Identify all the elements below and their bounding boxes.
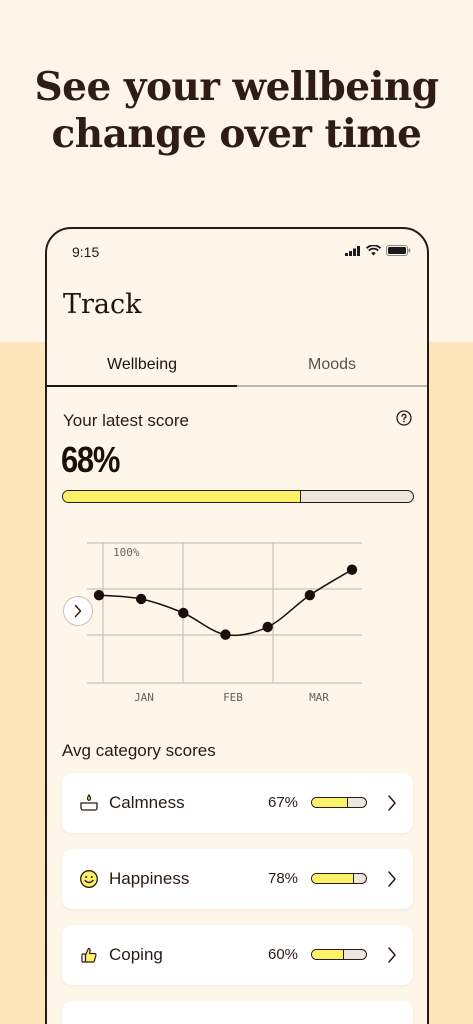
chart-points bbox=[93, 564, 358, 640]
category-name: Coping bbox=[109, 945, 163, 964]
avg-category-label: Avg category scores bbox=[62, 741, 216, 760]
phone-frame: 9:15 Track Wellbeing Moods Your latest s… bbox=[45, 227, 429, 1024]
chart-point-6 bbox=[346, 564, 358, 575]
headline-line-1: See your wellbeing bbox=[34, 64, 439, 110]
x-tick-label-jan: JAN bbox=[134, 691, 154, 704]
chart-point-1 bbox=[135, 593, 147, 605]
chart-y-label: 100% bbox=[113, 546, 140, 559]
latest-score-bar-fill bbox=[63, 491, 301, 502]
category-card-partial[interactable] bbox=[62, 1001, 413, 1024]
tab-bar: Wellbeing Moods bbox=[47, 345, 427, 389]
status-time: 9:15 bbox=[72, 244, 100, 260]
status-bar: 9:15 bbox=[47, 229, 427, 275]
smiley-icon bbox=[80, 870, 98, 888]
chevron-right-icon bbox=[388, 795, 396, 811]
category-card-calmness[interactable]: Calmness 67% bbox=[62, 773, 413, 833]
chart-point-0 bbox=[93, 589, 105, 601]
chart-point-3 bbox=[220, 629, 231, 640]
question-circle-icon[interactable] bbox=[396, 410, 412, 426]
chevron-right-icon[interactable] bbox=[63, 596, 93, 626]
chevron-right-icon bbox=[388, 947, 396, 963]
x-tick-label-feb: FEB bbox=[223, 691, 243, 704]
category-name: Calmness bbox=[109, 793, 185, 812]
chart-x-ticks: JAN FEB MAR bbox=[134, 691, 329, 704]
category-percent: 60% bbox=[268, 946, 299, 963]
tab-indicator-inactive bbox=[237, 385, 427, 387]
chevron-right-icon bbox=[388, 871, 396, 887]
chart-point-2 bbox=[178, 607, 189, 619]
category-bar bbox=[311, 949, 367, 960]
chart-line bbox=[98, 569, 353, 637]
thumbs-up-icon bbox=[81, 947, 97, 963]
status-icons bbox=[345, 245, 411, 256]
category-card-coping[interactable]: Coping 60% bbox=[62, 925, 413, 985]
category-bar-fill bbox=[312, 950, 345, 959]
chart-grid bbox=[87, 542, 362, 684]
tab-wellbeing[interactable]: Wellbeing bbox=[47, 345, 237, 387]
signal-icon bbox=[345, 245, 360, 256]
wellbeing-chart: 100% JAN FEB MAR bbox=[63, 542, 362, 704]
latest-score-bar bbox=[62, 490, 414, 503]
x-tick-label-mar: MAR bbox=[309, 691, 329, 704]
category-bar bbox=[311, 873, 367, 884]
category-bar-fill bbox=[312, 874, 355, 883]
tab-indicator-active bbox=[47, 385, 237, 387]
category-bar-fill bbox=[312, 798, 349, 807]
category-bar bbox=[311, 797, 367, 808]
wifi-icon bbox=[366, 245, 381, 256]
tab-moods[interactable]: Moods bbox=[237, 345, 427, 387]
chart-point-4 bbox=[262, 621, 273, 633]
latest-score-label: Your latest score bbox=[63, 411, 189, 430]
latest-score-value: 68% bbox=[61, 439, 120, 480]
category-percent: 78% bbox=[268, 870, 299, 887]
screen-title: Track bbox=[63, 289, 142, 320]
headline: See your wellbeing change over time bbox=[0, 64, 473, 158]
category-card-happiness[interactable]: Happiness 78% bbox=[62, 849, 413, 909]
headline-line-2: change over time bbox=[51, 111, 422, 157]
category-percent: 67% bbox=[268, 794, 299, 811]
category-name: Happiness bbox=[109, 869, 190, 888]
battery-icon bbox=[386, 245, 411, 256]
candle-icon bbox=[80, 793, 98, 811]
chart-point-5 bbox=[304, 589, 316, 601]
